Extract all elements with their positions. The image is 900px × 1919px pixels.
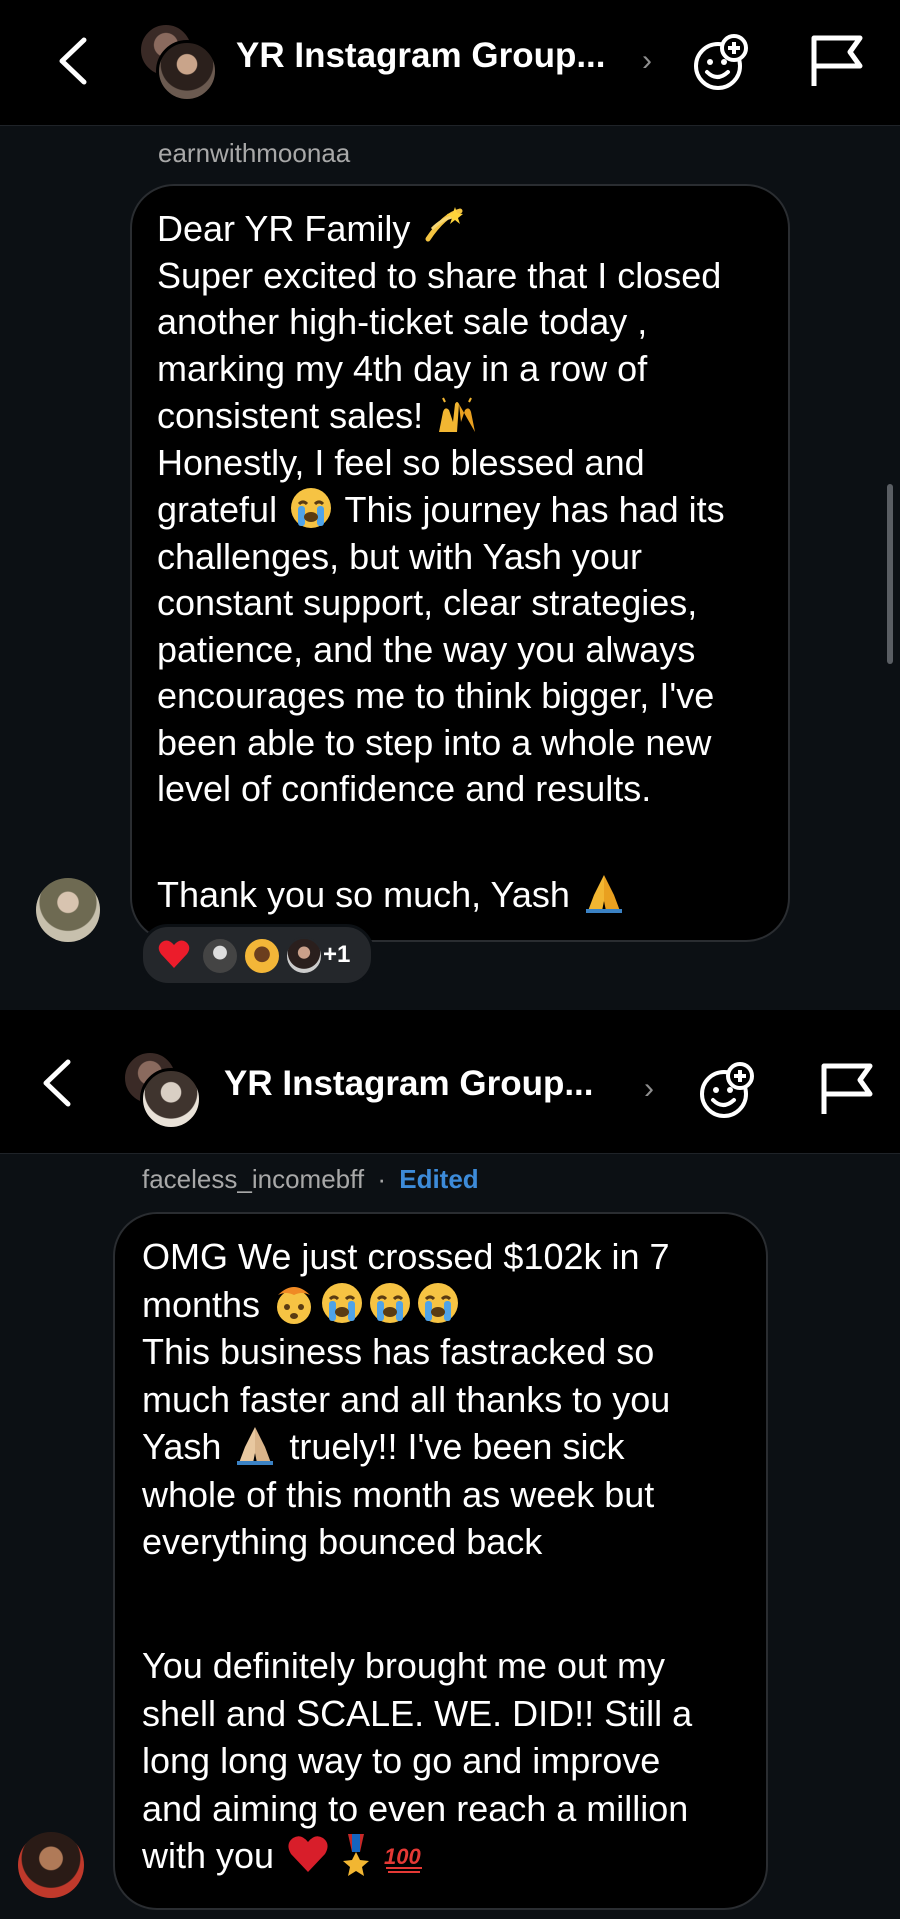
- message-line: constant support, clear strategies,: [157, 582, 698, 623]
- message-line: Yash: [142, 1426, 222, 1467]
- chevron-right-icon[interactable]: ›: [644, 1072, 654, 1106]
- message-line: Thank you so much, Yash: [157, 874, 570, 915]
- back-arrow-icon[interactable]: [40, 1058, 74, 1108]
- scrollbar[interactable]: [887, 484, 893, 664]
- message-line: months: [142, 1283, 261, 1325]
- sender-name[interactable]: faceless_incomebff: [142, 1164, 364, 1194]
- message-text: Dear YR Family Super excited to share th…: [157, 205, 725, 813]
- back-arrow-icon[interactable]: [56, 36, 90, 86]
- add-emoji-icon[interactable]: [688, 30, 752, 94]
- message-line: long long way to go and improve: [142, 1740, 661, 1781]
- message-line: and aiming to even reach a million: [142, 1787, 689, 1829]
- chat-title[interactable]: YR Instagram Group...: [224, 1064, 594, 1104]
- message-line: patience, and the way you always: [157, 628, 696, 670]
- message-line: grateful: [157, 489, 278, 530]
- message-line: consistent sales!: [157, 395, 424, 436]
- message-line: whole of this month as week but: [142, 1473, 655, 1515]
- user-avatar[interactable]: [36, 878, 100, 942]
- message-line: with you: [142, 1835, 275, 1876]
- message-line: This business has fastracked so: [142, 1331, 655, 1372]
- sender-separator: ·: [377, 1164, 386, 1194]
- reactions-bar[interactable]: +1: [140, 924, 374, 986]
- chevron-right-icon[interactable]: ›: [642, 44, 652, 78]
- message-line: This journey has had its: [344, 489, 725, 530]
- folded-hands-emoji-icon: [585, 875, 622, 913]
- message-line: Honestly, I feel so blessed and: [157, 441, 645, 483]
- message-text-closing: Thank you so much, Yash: [157, 871, 628, 919]
- message-line: challenges, but with Yash your: [157, 535, 642, 577]
- message-text: OMG We just crossed $102k in 7 months Th…: [142, 1233, 670, 1566]
- message-line: OMG We just crossed $102k in 7: [142, 1236, 670, 1277]
- message-line: You definitely brought me out my: [142, 1645, 665, 1686]
- message-line: shell and SCALE. WE. DID!! Still a: [142, 1692, 693, 1734]
- sender-line: faceless_incomebff · Edited: [142, 1164, 479, 1195]
- crying-face-emoji-icon: [291, 488, 332, 528]
- raising-hands-emoji-icon: [439, 397, 476, 432]
- message-line: encourages me to think bigger, I've: [157, 675, 715, 716]
- military-medal-emoji-icon: [343, 1834, 370, 1876]
- chat-header: YR Instagram Group... ›: [0, 0, 900, 126]
- flag-icon[interactable]: [816, 1058, 880, 1122]
- reactor-avatar: [285, 937, 323, 975]
- chat-title[interactable]: YR Instagram Group...: [236, 36, 606, 76]
- heart-reaction-icon: [158, 940, 190, 968]
- reactor-avatar: [201, 937, 239, 975]
- message-line: Dear YR Family: [157, 208, 411, 249]
- svg-text:100: 100: [384, 1844, 421, 1869]
- folded-hands-emoji-icon: [237, 1427, 274, 1465]
- group-avatar[interactable]: [138, 22, 218, 102]
- reactor-avatar: [243, 937, 281, 975]
- group-avatar-front: [140, 1068, 202, 1130]
- crying-face-emoji-icon: [418, 1282, 459, 1323]
- message-line: level of confidence and results.: [157, 768, 652, 809]
- chat-screen-2: YR Instagram Group... › faceless_incomeb…: [0, 1012, 900, 1919]
- crying-face-emoji-icon: [370, 1282, 411, 1323]
- sender-name[interactable]: earnwithmoonaa: [158, 138, 350, 169]
- hundred-points-emoji-icon: 100: [384, 1844, 423, 1873]
- message-line: marking my 4th day in a row of: [157, 347, 648, 389]
- edited-label[interactable]: Edited: [399, 1164, 478, 1194]
- message-line: another high-ticket sale today ,: [157, 301, 648, 342]
- exploding-head-emoji-icon: [277, 1286, 312, 1324]
- message-line: everything bounced back: [142, 1521, 543, 1562]
- message-text-second-paragraph: You definitely brought me out my shell a…: [142, 1642, 692, 1880]
- crying-face-emoji-icon: [322, 1282, 363, 1323]
- add-emoji-icon[interactable]: [694, 1058, 758, 1122]
- chat-screen-1: YR Instagram Group... › earnwithmoonaa D…: [0, 0, 900, 1010]
- message-line: Super excited to share that I closed: [157, 254, 722, 296]
- group-avatar-front: [156, 40, 218, 102]
- red-heart-emoji-icon: [288, 1836, 328, 1872]
- user-avatar[interactable]: [18, 1832, 84, 1898]
- message-line: been able to step into a whole new: [157, 721, 712, 763]
- message-line: much faster and all thanks to you: [142, 1378, 671, 1420]
- flag-icon[interactable]: [806, 30, 870, 94]
- reaction-extra-count: +1: [323, 941, 351, 968]
- group-avatar[interactable]: [122, 1050, 202, 1130]
- dizzy-emoji-icon: [425, 207, 464, 242]
- message-line: truely!! I've been sick: [289, 1426, 625, 1467]
- chat-header: YR Instagram Group... ›: [0, 1012, 900, 1154]
